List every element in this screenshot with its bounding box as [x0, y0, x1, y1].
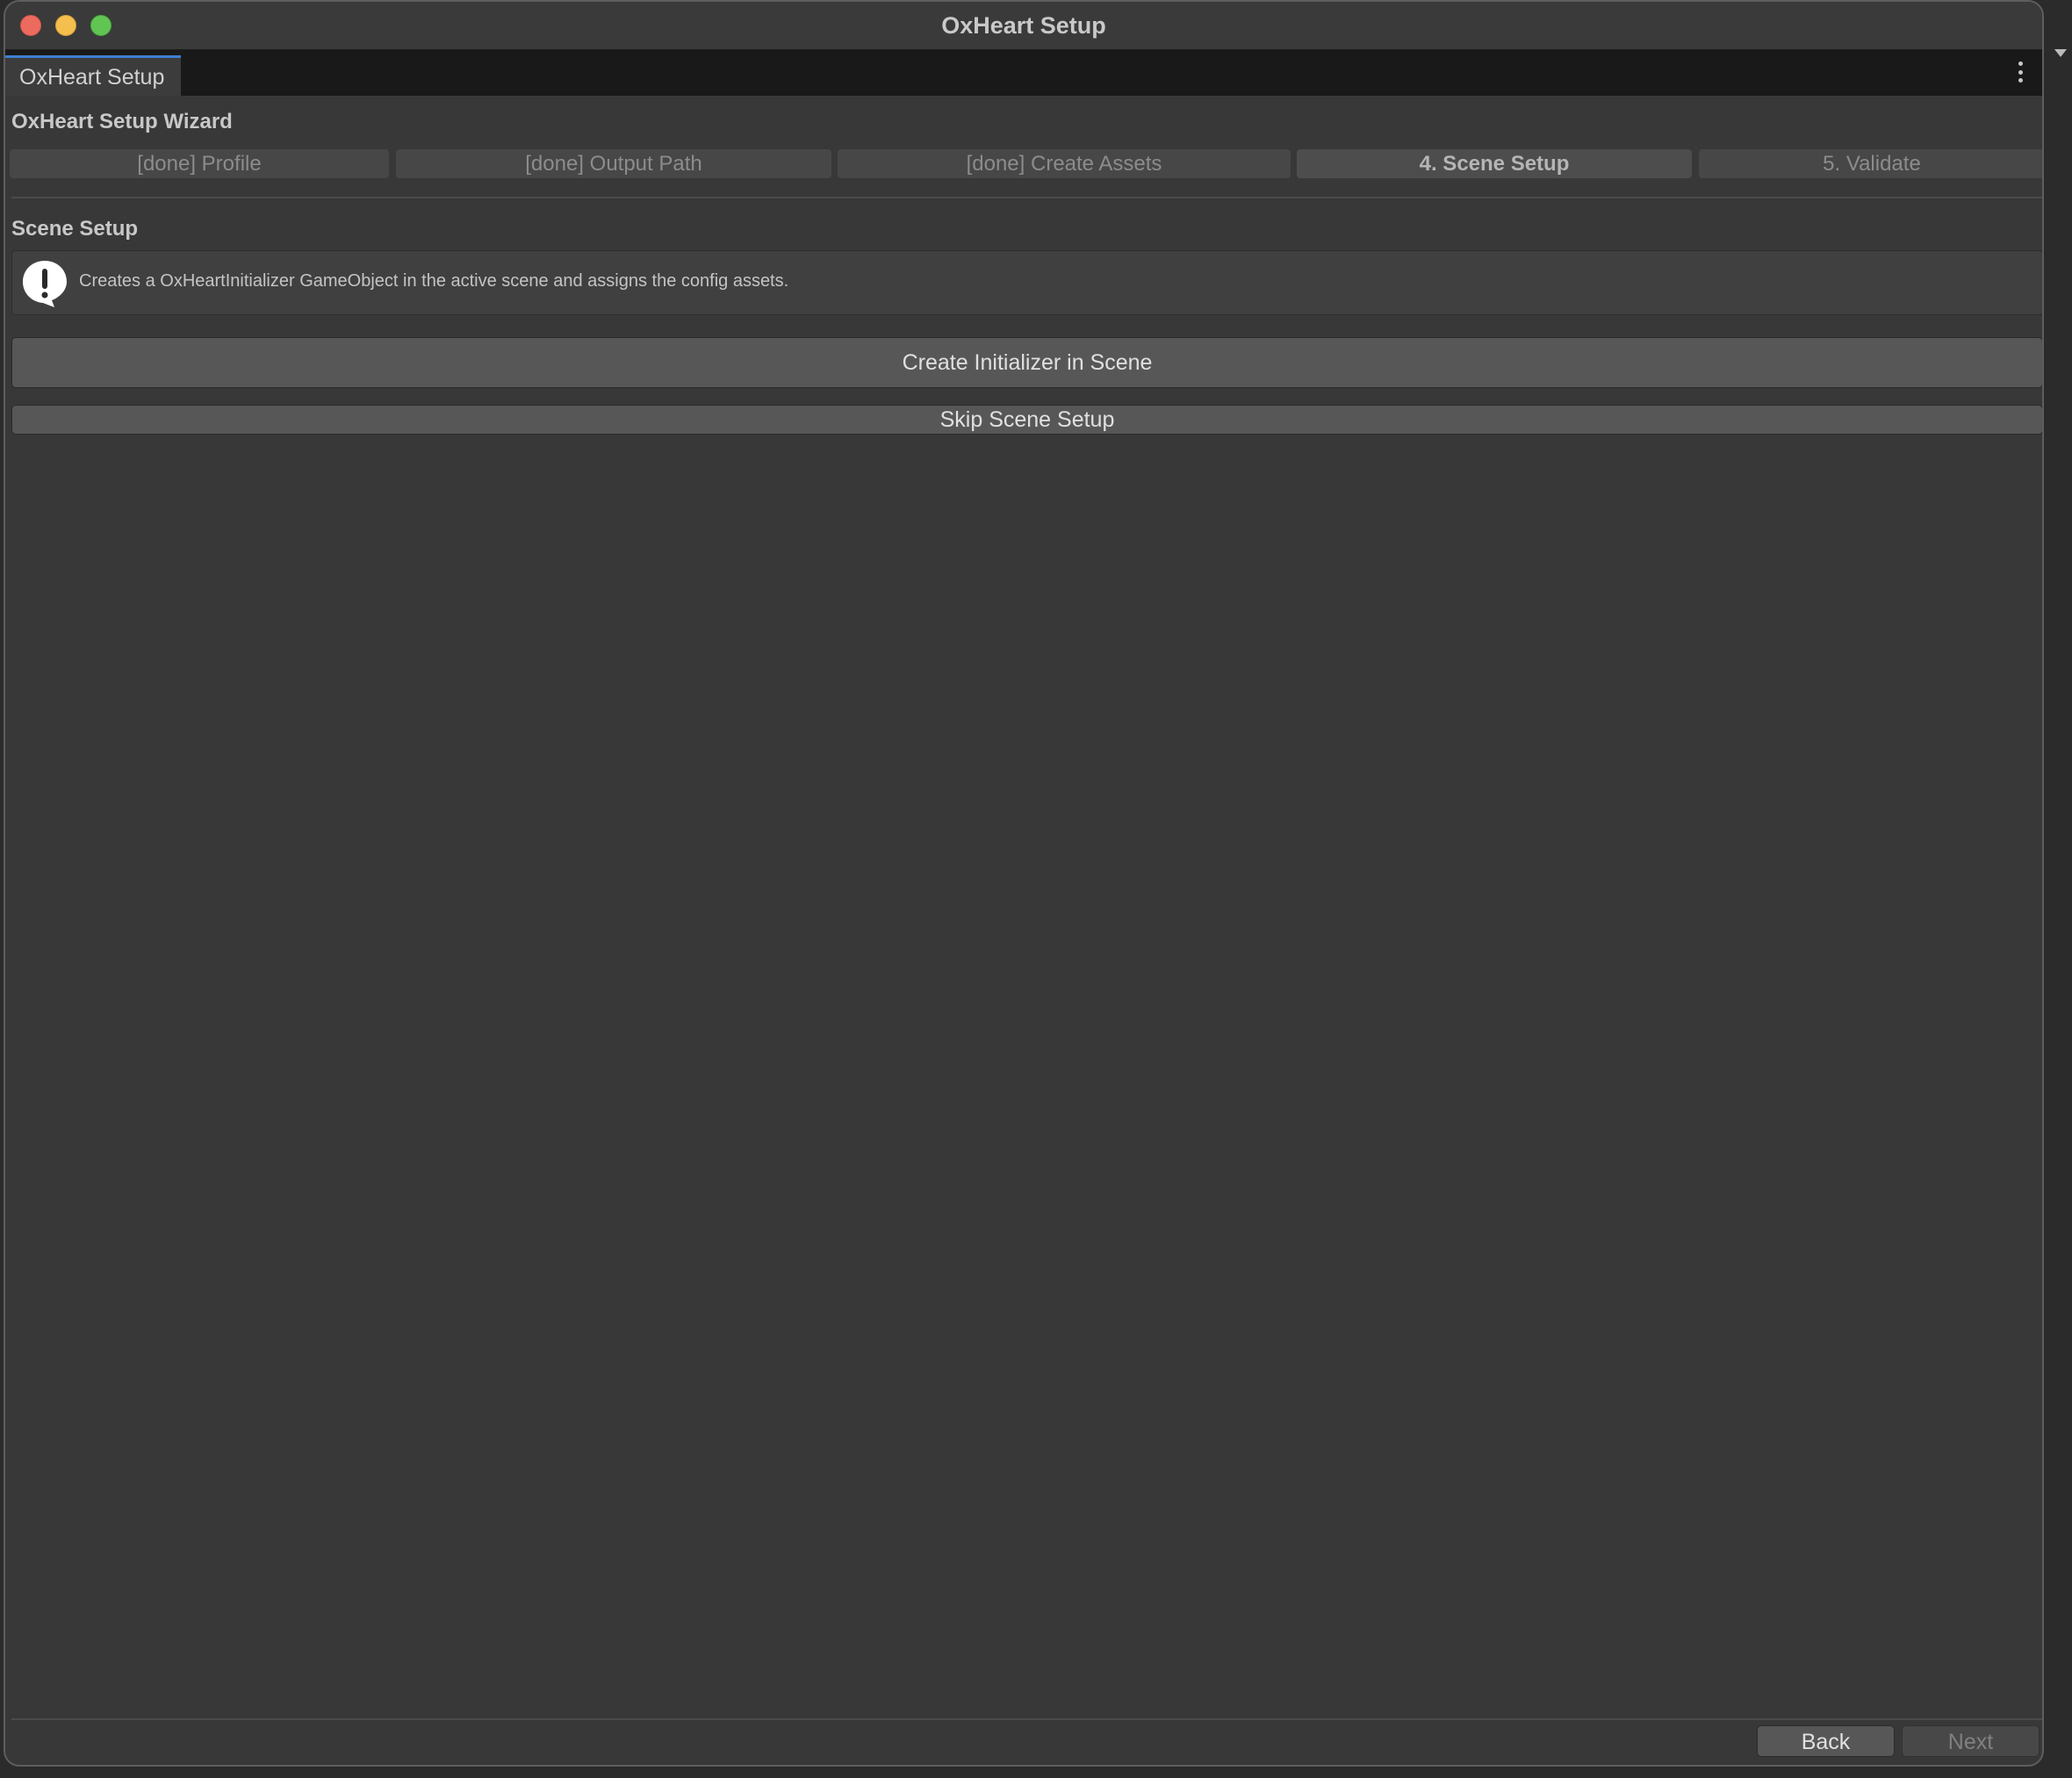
dropdown-arrow-icon[interactable]	[2054, 49, 2067, 57]
setup-window: OxHeart Setup OxHeart Setup OxHeart Setu…	[4, 0, 2044, 1767]
help-box: Creates a OxHeartInitializer GameObject …	[11, 250, 2042, 315]
window-title: OxHeart Setup	[941, 12, 1106, 39]
tab-strip: OxHeart Setup	[5, 50, 2042, 96]
help-text: Creates a OxHeartInitializer GameObject …	[79, 271, 789, 291]
step-profile[interactable]: [done] Profile	[10, 149, 389, 178]
skip-scene-setup-button[interactable]: Skip Scene Setup	[11, 405, 2042, 435]
wizard-steps: [done] Profile [done] Output Path [done]…	[10, 149, 2042, 179]
step-scene-setup[interactable]: 4. Scene Setup	[1297, 149, 1692, 178]
section-title: Scene Setup	[11, 217, 139, 241]
more-options-icon[interactable]	[2016, 61, 2025, 83]
step-create-assets[interactable]: [done] Create Assets	[838, 149, 1291, 178]
info-exclamation-icon	[23, 261, 67, 307]
create-initializer-button[interactable]: Create Initializer in Scene	[11, 337, 2042, 388]
next-button[interactable]: Next	[1902, 1725, 2040, 1757]
title-bar[interactable]: OxHeart Setup	[5, 2, 2042, 50]
back-button[interactable]: Back	[1757, 1725, 1895, 1757]
wizard-title: OxHeart Setup Wizard	[11, 110, 233, 133]
section-divider	[11, 197, 2042, 198]
step-output-path[interactable]: [done] Output Path	[396, 149, 831, 178]
tab-oxheart-setup[interactable]: OxHeart Setup	[5, 55, 181, 96]
footer-divider	[11, 1718, 2042, 1720]
step-validate[interactable]: 5. Validate	[1699, 149, 2042, 178]
